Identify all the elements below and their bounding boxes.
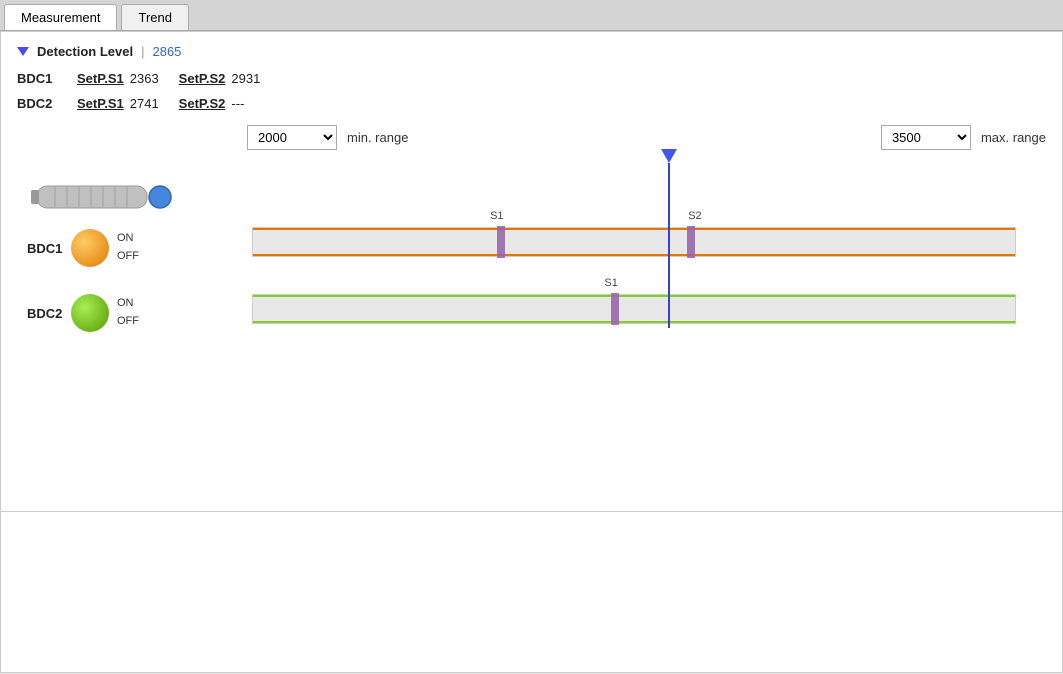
bdc2-indicator-circle [71, 294, 109, 332]
bdc1-chart-label: BDC1 [27, 241, 65, 256]
main-content: Detection Level | 2865 BDC1 SetP.S1 2363… [0, 31, 1063, 673]
sensor-icon [27, 172, 187, 225]
bdc2-chart-track: S1 [252, 294, 1016, 324]
bdc1-section: BDC1 ON OFF [27, 229, 139, 267]
min-range-label: min. range [347, 130, 408, 145]
bdc2-setp-s2-name: SetP.S2 [179, 96, 226, 111]
bdc1-setp-s2-name: SetP.S2 [179, 71, 226, 86]
bdc1-s2-label: S2 [688, 210, 701, 222]
bdc2-s1-label: S1 [604, 277, 617, 289]
bdc1-chart-track: S1 S2 [252, 227, 1016, 257]
detection-level-label: Detection Level [37, 44, 133, 59]
bdc1-setp-s1-value: 2363 [130, 71, 159, 86]
bdc2-label: BDC2 [17, 96, 57, 111]
triangle-down-icon [17, 47, 29, 56]
bdc2-setp-s2-value: --- [231, 96, 244, 111]
blue-vline-bdc1 [668, 163, 670, 276]
bdc1-info-row: BDC1 SetP.S1 2363 SetP.S2 2931 [17, 71, 1046, 86]
bdc1-s1-marker [497, 226, 505, 258]
bdc2-s1-marker [611, 293, 619, 325]
bdc1-setp-s1-group: SetP.S1 2363 [77, 71, 159, 86]
bdc1-setp-s1-name: SetP.S1 [77, 71, 124, 86]
bdc2-chart-label: BDC2 [27, 306, 65, 321]
bdc2-section: BDC2 ON OFF [27, 294, 139, 332]
bdc1-setp-s2-group: SetP.S2 2931 [179, 71, 261, 86]
detection-level-separator: | [141, 44, 144, 59]
tab-measurement[interactable]: Measurement [4, 4, 117, 30]
tab-bar: Measurement Trend [0, 0, 1063, 31]
bdc2-setp-s2-group: SetP.S2 --- [179, 96, 245, 111]
bdc1-label: BDC1 [17, 71, 57, 86]
bottom-divider [1, 511, 1062, 512]
bdc2-on-label: ON [117, 295, 139, 313]
bdc1-s2-marker [687, 226, 695, 258]
tab-trend[interactable]: Trend [121, 4, 188, 30]
detection-level-row: Detection Level | 2865 [17, 44, 1046, 59]
max-range-select[interactable]: 3500 3000 4000 4500 [881, 125, 971, 150]
bdc1-off-label: OFF [117, 248, 139, 266]
blue-triangle-icon [661, 149, 677, 163]
min-range-select[interactable]: 2000 1000 1500 2500 [247, 125, 337, 150]
max-range-label: max. range [981, 130, 1046, 145]
bdc1-setp-s2-value: 2931 [231, 71, 260, 86]
bdc2-setp-s1-group: SetP.S1 2741 [77, 96, 159, 111]
chart-canvas: S1 S2 S1 [252, 164, 1016, 364]
bdc2-info-row: BDC2 SetP.S1 2741 SetP.S2 --- [17, 96, 1046, 111]
detection-level-value: 2865 [152, 44, 181, 59]
bdc1-on-label: ON [117, 230, 139, 248]
range-row: 2000 1000 1500 2500 min. range 3500 3000… [247, 125, 1046, 150]
bdc1-s1-label: S1 [490, 210, 503, 222]
bdc1-indicator-circle [71, 229, 109, 267]
bdc2-off-label: OFF [117, 313, 139, 331]
bdc2-setp-s1-value: 2741 [130, 96, 159, 111]
bdc2-setp-s1-name: SetP.S1 [77, 96, 124, 111]
